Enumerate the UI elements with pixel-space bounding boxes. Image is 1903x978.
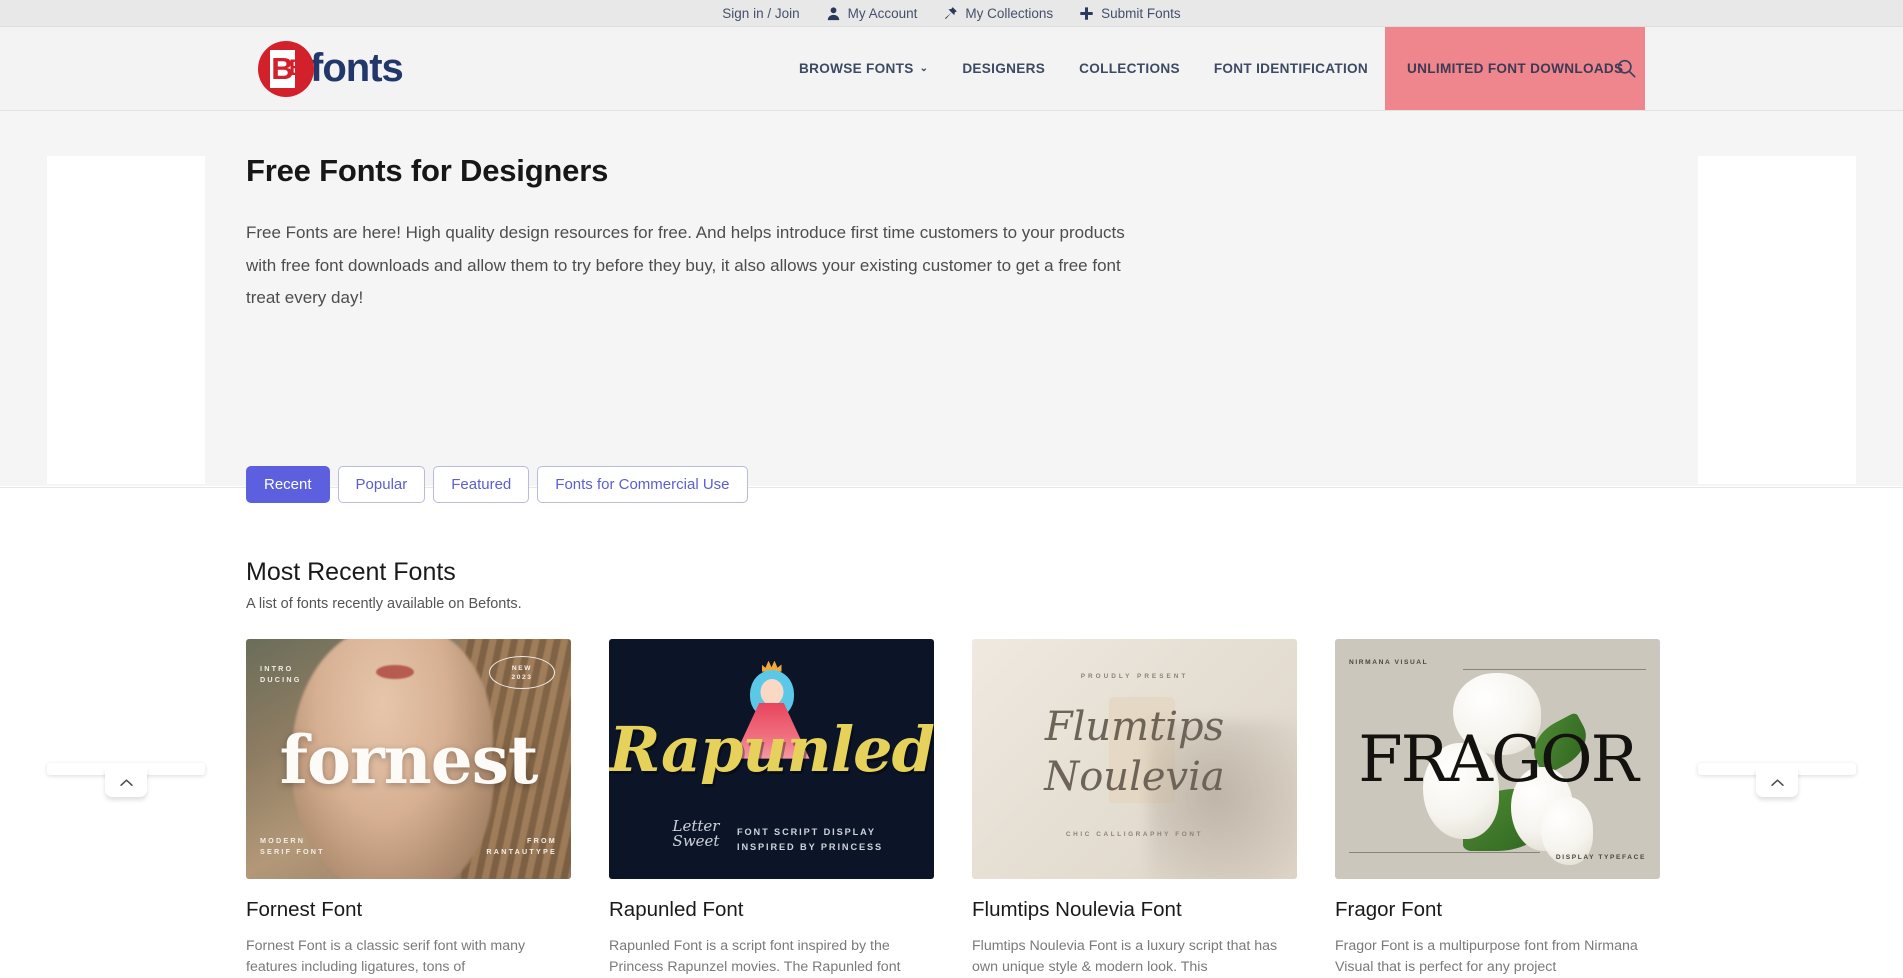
my-account-link[interactable]: My Account <box>826 5 918 21</box>
submit-fonts-link[interactable]: Submit Fonts <box>1079 6 1181 21</box>
tab-recent[interactable]: Recent <box>246 466 330 503</box>
my-collections-link[interactable]: My Collections <box>943 6 1053 21</box>
font-preview-image-fragor[interactable]: FRAGOR NIRMANA VISUAL DISPLAY TYPEFACE <box>1335 639 1660 879</box>
nav-item-collections[interactable]: COLLECTIONS <box>1062 27 1197 110</box>
preview-bottom-text: CHIC CALLIGRAPHY FONT <box>1065 831 1204 839</box>
preview-badge-line1: NEW <box>511 664 533 672</box>
nav-cta-label: UNLIMITED FONT DOWNLOADS <box>1407 61 1624 76</box>
section-subtitle: A list of fonts recently available on Be… <box>246 596 522 612</box>
font-card-description: Rapunled Font is a script font inspired … <box>609 938 901 975</box>
tab-commercial-label: Fonts for Commercial Use <box>555 476 730 493</box>
font-card-description: Fragor Font is a multipurpose font from … <box>1335 938 1638 975</box>
preview-face-decor <box>760 678 783 705</box>
preview-brand-mark: Letter Sweet <box>672 817 720 850</box>
main-nav: BROWSE FONTS ⌄ DESIGNERS COLLECTIONS FON… <box>782 27 1646 110</box>
nav-item-font-identification-label: FONT IDENTIFICATION <box>1213 61 1369 76</box>
signin-join-label: Sign in / Join <box>722 5 800 21</box>
preview-bottom-right-text: FROM RANTAUTYPE <box>486 836 557 856</box>
ad-panel-right-collapse-button[interactable] <box>1756 768 1798 797</box>
user-icon <box>826 6 841 21</box>
my-account-label: My Account <box>847 5 918 21</box>
hero-content: Free Fonts for Designers Free Fonts are … <box>246 153 1166 315</box>
hero-paragraph: Free Fonts are here! High quality design… <box>246 223 1125 307</box>
preview-top-left-text: NIRMANA VISUAL <box>1349 659 1429 666</box>
preview-new-badge: NEW 2023 <box>489 656 555 689</box>
nav-item-font-identification[interactable]: FONT IDENTIFICATION <box>1197 27 1385 110</box>
preview-rule-bottom <box>1349 852 1540 853</box>
filter-tabs: Recent Popular Featured Fonts for Commer… <box>246 466 748 503</box>
font-card-title[interactable]: Fragor Font <box>1335 898 1660 922</box>
preview-display-line2: Noulevia <box>1044 754 1225 801</box>
utility-bar: Sign in / Join My Account My Collections… <box>0 0 1903 27</box>
preview-display-word: Rapunled <box>609 713 934 787</box>
recent-fonts-section: Most Recent Fonts A list of fonts recent… <box>246 558 1666 978</box>
preview-bottom-left-text: MODERN SERIF FONT <box>260 836 325 856</box>
tab-fonts-for-commercial-use[interactable]: Fonts for Commercial Use <box>537 466 748 503</box>
font-card-description: Flumtips Noulevia Font is a luxury scrip… <box>972 938 1278 975</box>
preview-display-word: fornest <box>279 720 539 799</box>
tab-featured-label: Featured <box>451 476 512 493</box>
font-card-title[interactable]: Flumtips Noulevia Font <box>972 898 1297 922</box>
preview-sub-line1: FONT SCRIPT DISPLAY <box>737 827 876 837</box>
nav-item-unlimited-font-downloads[interactable]: UNLIMITED FONT DOWNLOADS <box>1385 27 1646 110</box>
ad-panel-right <box>1698 156 1856 484</box>
font-card-title[interactable]: Fornest Font <box>246 898 571 922</box>
font-preview-image-flumtips[interactable]: PROUDLY PRESENT Flumtips Noulevia CHIC C… <box>972 639 1297 879</box>
logo[interactable]: B B fonts <box>258 40 404 97</box>
font-card: FRAGOR NIRMANA VISUAL DISPLAY TYPEFACE F… <box>1335 639 1660 978</box>
section-title: Most Recent Fonts <box>246 558 456 586</box>
preview-sub-line2: INSPIRED BY PRINCESS <box>737 842 884 852</box>
nav-item-browse-fonts-label: BROWSE FONTS <box>799 61 914 76</box>
signin-join-link[interactable]: Sign in / Join <box>722 6 799 21</box>
site-header: B B fonts BROWSE FONTS ⌄ DESIGNERS COLLE… <box>0 27 1903 111</box>
preview-bottom-right-text: DISPLAY TYPEFACE <box>1555 854 1646 861</box>
preview-top-left-text: INTRO DUCING <box>260 664 302 684</box>
nav-item-designers-label: DESIGNERS <box>962 61 1046 76</box>
preview-top-text: PROUDLY PRESENT <box>1080 672 1189 680</box>
font-card: PROUDLY PRESENT Flumtips Noulevia CHIC C… <box>972 639 1297 978</box>
chevron-down-icon: ⌄ <box>919 63 929 74</box>
chevron-up-icon <box>119 774 134 792</box>
font-card-title[interactable]: Rapunled Font <box>609 898 934 922</box>
preview-display-line1: Flumtips <box>1044 703 1225 750</box>
plus-icon <box>1079 6 1094 21</box>
logo-mark-icon: B B <box>258 40 314 97</box>
font-preview-image-fornest[interactable]: INTRO DUCING NEW 2023 fornest MODERN SER… <box>246 639 571 879</box>
preview-rule-top <box>1463 669 1646 670</box>
tab-popular-label: Popular <box>355 476 408 493</box>
tab-popular[interactable]: Popular <box>337 466 426 503</box>
page-title: Free Fonts for Designers <box>246 153 609 188</box>
my-collections-label: My Collections <box>965 5 1054 21</box>
nav-item-designers[interactable]: DESIGNERS <box>945 27 1062 110</box>
preview-sub-text: FONT SCRIPT DISPLAY INSPIRED BY PRINCESS <box>737 825 883 855</box>
font-card-description: Fornest Font is a classic serif font wit… <box>246 938 526 975</box>
font-preview-image-rapunled[interactable]: Rapunled Letter Sweet FONT SCRIPT DISPLA… <box>609 639 934 879</box>
preview-display-word: FRAGOR <box>1358 723 1639 797</box>
ad-panel-left-collapse-button[interactable] <box>105 768 147 797</box>
font-card: Rapunled Letter Sweet FONT SCRIPT DISPLA… <box>609 639 934 978</box>
nav-item-browse-fonts[interactable]: BROWSE FONTS ⌄ <box>782 27 945 110</box>
font-card: INTRO DUCING NEW 2023 fornest MODERN SER… <box>246 639 571 978</box>
tab-recent-label: Recent <box>264 476 312 493</box>
hero-section: Free Fonts for Designers Free Fonts are … <box>0 111 1903 486</box>
submit-fonts-label: Submit Fonts <box>1101 5 1181 21</box>
chevron-up-icon <box>1770 774 1785 792</box>
logo-wordmark: fonts <box>310 46 404 90</box>
tab-featured[interactable]: Featured <box>433 466 530 503</box>
logo-letter-secondary: B <box>289 54 305 80</box>
nav-item-collections-label: COLLECTIONS <box>1079 61 1180 76</box>
preview-badge-line2: 2023 <box>511 673 533 681</box>
search-button[interactable] <box>1608 51 1644 87</box>
search-icon <box>1616 58 1637 79</box>
pin-icon <box>943 6 958 21</box>
font-card-grid: INTRO DUCING NEW 2023 fornest MODERN SER… <box>246 639 1666 978</box>
ad-panel-left <box>47 156 205 484</box>
